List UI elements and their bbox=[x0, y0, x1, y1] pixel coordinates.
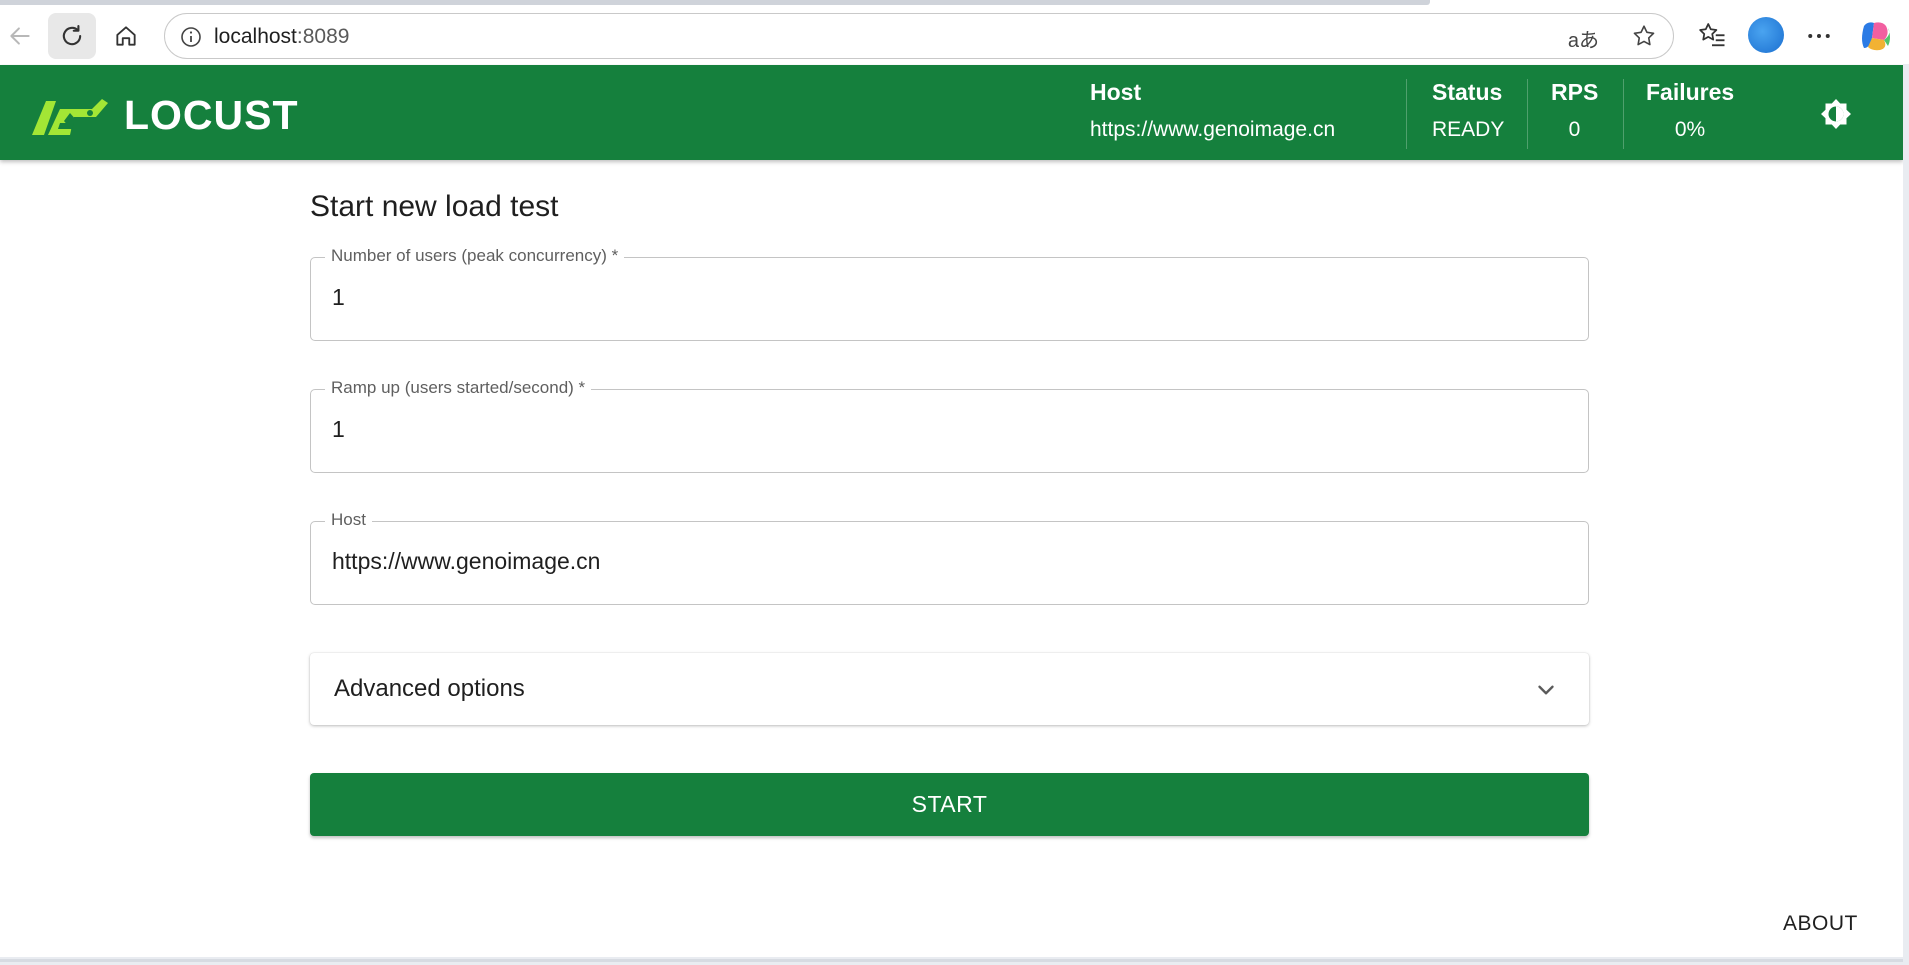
rps-stat: RPS 0 bbox=[1551, 79, 1598, 142]
reload-button[interactable] bbox=[48, 13, 96, 59]
star-icon[interactable] bbox=[1631, 23, 1657, 54]
host-field[interactable]: Host https://www.genoimage.cn bbox=[310, 510, 1589, 605]
back-arrow-icon bbox=[10, 27, 30, 45]
window-bottom-edge bbox=[0, 957, 1909, 965]
locust-logo[interactable]: LOCUST bbox=[30, 92, 299, 139]
stat-divider bbox=[1623, 79, 1624, 149]
rps-stat-label: RPS bbox=[1551, 79, 1599, 105]
page-viewport: LOCUST Host https://www.genoimage.cn Sta… bbox=[0, 64, 1903, 957]
reload-icon bbox=[62, 25, 82, 46]
app-header: LOCUST Host https://www.genoimage.cn Sta… bbox=[0, 65, 1903, 160]
address-bar[interactable]: localhost:8089 aあ bbox=[164, 13, 1674, 59]
failures-stat-value: 0% bbox=[1674, 118, 1706, 141]
users-field-label: Number of users (peak concurrency) * bbox=[325, 246, 625, 266]
users-input[interactable]: 1 bbox=[332, 284, 345, 311]
tab-loading-bar bbox=[0, 0, 1430, 5]
copilot-icon[interactable] bbox=[1858, 18, 1894, 54]
rps-stat-value: 0 bbox=[1568, 118, 1581, 141]
failures-stat-label: Failures bbox=[1646, 79, 1735, 105]
about-link[interactable]: ABOUT bbox=[1783, 912, 1858, 936]
ramp-up-field-label: Ramp up (users started/second) * bbox=[325, 378, 592, 398]
window-edge bbox=[1903, 64, 1909, 965]
url-text[interactable]: localhost:8089 bbox=[214, 25, 349, 49]
locust-logo-icon bbox=[32, 98, 108, 135]
host-stat-label: Host bbox=[1090, 79, 1142, 105]
more-icon[interactable] bbox=[1804, 21, 1834, 56]
favorites-icon[interactable] bbox=[1697, 19, 1727, 54]
chevron-down-icon[interactable] bbox=[1533, 677, 1559, 708]
stat-divider bbox=[1406, 79, 1407, 149]
horizontal-scrollbar[interactable] bbox=[0, 959, 1903, 962]
browser-toolbar: localhost:8089 aあ bbox=[0, 6, 1909, 64]
users-field[interactable]: Number of users (peak concurrency) * 1 bbox=[310, 246, 1589, 341]
info-icon[interactable] bbox=[179, 25, 203, 54]
advanced-options-accordion[interactable]: Advanced options bbox=[310, 653, 1589, 725]
url-host: localhost bbox=[214, 25, 297, 48]
ramp-up-input[interactable]: 1 bbox=[332, 416, 345, 443]
status-stat-label: Status bbox=[1432, 79, 1503, 105]
start-button[interactable]: START bbox=[310, 773, 1589, 836]
home-button[interactable] bbox=[102, 13, 150, 59]
page-title: Start new load test bbox=[310, 190, 559, 223]
advanced-options-label: Advanced options bbox=[334, 675, 525, 702]
status-stat: Status READY bbox=[1432, 79, 1504, 142]
url-port: :8089 bbox=[296, 25, 350, 48]
host-field-label: Host bbox=[325, 510, 372, 530]
read-aloud-icon[interactable]: aあ bbox=[1568, 24, 1599, 53]
host-stat-value: https://www.genoimage.cn bbox=[1090, 118, 1336, 141]
back-button[interactable] bbox=[0, 13, 44, 59]
home-icon bbox=[116, 26, 136, 46]
failures-stat: Failures 0% bbox=[1646, 79, 1734, 142]
profile-avatar[interactable] bbox=[1748, 17, 1784, 53]
stat-divider bbox=[1527, 79, 1528, 149]
status-stat-value: READY bbox=[1432, 118, 1505, 141]
theme-toggle-icon[interactable] bbox=[1818, 96, 1854, 132]
ramp-up-field[interactable]: Ramp up (users started/second) * 1 bbox=[310, 378, 1589, 473]
logo-text: LOCUST bbox=[124, 92, 299, 138]
host-input[interactable]: https://www.genoimage.cn bbox=[332, 548, 600, 575]
host-stat: Host https://www.genoimage.cn bbox=[1090, 79, 1335, 142]
